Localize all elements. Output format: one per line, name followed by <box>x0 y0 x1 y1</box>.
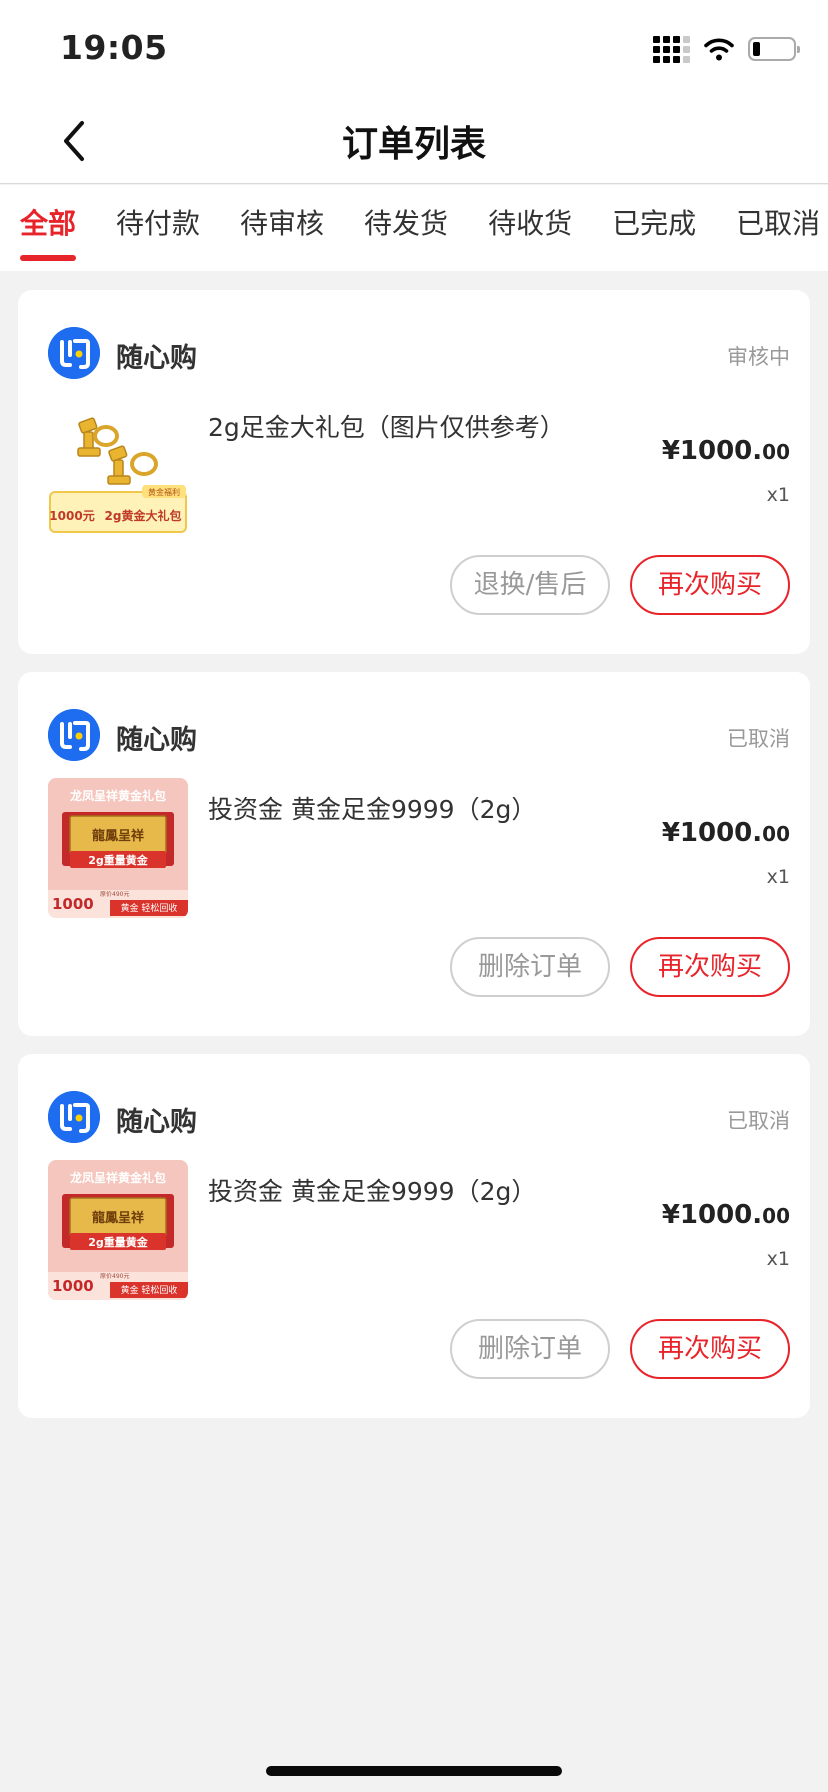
price-cents: 00 <box>762 822 790 846</box>
home-indicator[interactable] <box>266 1766 562 1776</box>
price-main: ¥1000. <box>661 436 763 466</box>
thumb-title-text: 2g黄金大礼包 <box>105 508 182 523</box>
buy-again-button[interactable]: 再次购买 <box>630 555 790 615</box>
thumb-weight-text: 2g重量黄金 <box>88 1235 149 1249</box>
wifi-icon <box>704 38 734 61</box>
product-quantity: x1 <box>766 1248 790 1270</box>
status-time: 19:05 <box>60 28 168 67</box>
price-main: ¥1000. <box>661 1200 763 1230</box>
product-name[interactable]: 投资金 黄金足金9999（2g） <box>208 1172 536 1208</box>
page-title: 订单列表 <box>341 124 486 165</box>
shop-logo-icon <box>48 1091 100 1143</box>
shop-name: 随心购 <box>116 725 197 756</box>
thumb-bar-text: 龍鳳呈祥 <box>92 1210 144 1226</box>
order-card[interactable]: 随心购 已取消 龙凤呈祥黄金礼包 龍鳳呈祥 2g重量黄金 1000 原价490元… <box>18 672 810 1036</box>
battery-icon <box>748 37 800 61</box>
shop-logo-icon <box>48 709 100 761</box>
order-status: 审核中 <box>727 345 790 369</box>
tab-cancelled[interactable]: 已取消 <box>736 185 820 271</box>
order-list-page: 19:05 订单列表 全部 待付款 待审核 待发货 待收货 已完成 已取消 随心… <box>0 0 828 1792</box>
shop-name: 随心购 <box>116 343 197 374</box>
order-card[interactable]: 随心购 审核中 黄金福利 1000元 2g黄金大礼包 2g足金大礼包（图片仅供参… <box>18 290 810 654</box>
product-name[interactable]: 投资金 黄金足金9999（2g） <box>208 790 536 826</box>
product-price: ¥1000.00 <box>662 1200 790 1230</box>
product-price: ¥1000.00 <box>662 436 790 466</box>
tab-completed[interactable]: 已完成 <box>612 185 696 271</box>
shop-name: 随心购 <box>116 1107 197 1138</box>
thumb-recycle-text: 黄金 轻松回收 <box>121 902 178 914</box>
thumb-original-price: 原价490元 <box>100 1273 129 1280</box>
buy-again-button[interactable]: 再次购买 <box>630 1319 790 1379</box>
tab-pending-shipment[interactable]: 待发货 <box>364 185 448 271</box>
price-cents: 00 <box>762 1204 790 1228</box>
thumb-bar-text: 龍鳳呈祥 <box>92 828 144 844</box>
buy-again-button[interactable]: 再次购买 <box>630 937 790 997</box>
delete-order-button[interactable]: 删除订单 <box>450 937 610 997</box>
status-icons <box>653 32 800 66</box>
tab-pending-payment[interactable]: 待付款 <box>116 185 200 271</box>
order-card[interactable]: 随心购 已取消 龙凤呈祥黄金礼包 龍鳳呈祥 2g重量黄金 1000 原价490元… <box>18 1054 810 1418</box>
tab-pending-receipt[interactable]: 待收货 <box>488 185 572 271</box>
thumb-recycle-text: 黄金 轻松回收 <box>121 1284 178 1296</box>
signal-icon <box>653 35 690 63</box>
thumb-price-text: 1000 <box>52 895 94 913</box>
delete-order-button[interactable]: 删除订单 <box>450 1319 610 1379</box>
thumb-price-text: 1000 <box>52 1277 94 1295</box>
shop-logo-icon <box>48 327 100 379</box>
product-name[interactable]: 2g足金大礼包（图片仅供参考） <box>208 408 565 444</box>
thumb-tag-text: 黄金福利 <box>148 487 180 497</box>
product-image[interactable]: 黄金福利 1000元 2g黄金大礼包 <box>48 396 188 536</box>
order-status: 已取消 <box>727 1109 790 1133</box>
thumb-price-text: 1000元 <box>49 509 94 523</box>
product-image[interactable]: 龙凤呈祥黄金礼包 龍鳳呈祥 2g重量黄金 1000 原价490元 黄金 轻松回收 <box>48 1160 188 1300</box>
product-price: ¥1000.00 <box>662 818 790 848</box>
tab-all[interactable]: 全部 <box>20 185 77 271</box>
product-quantity: x1 <box>766 484 790 506</box>
price-cents: 00 <box>762 440 790 464</box>
thumb-original-price: 原价490元 <box>100 891 129 898</box>
return-aftersale-button[interactable]: 退换/售后 <box>450 555 610 615</box>
order-status: 已取消 <box>727 727 790 751</box>
thumb-banner-text: 龙凤呈祥黄金礼包 <box>70 1170 166 1185</box>
price-main: ¥1000. <box>661 818 763 848</box>
thumb-weight-text: 2g重量黄金 <box>88 853 149 867</box>
product-quantity: x1 <box>766 866 790 888</box>
tab-pending-review[interactable]: 待审核 <box>240 185 324 271</box>
thumb-banner-text: 龙凤呈祥黄金礼包 <box>70 788 166 803</box>
product-image[interactable]: 龙凤呈祥黄金礼包 龍鳳呈祥 2g重量黄金 1000 原价490元 黄金 轻松回收 <box>48 778 188 918</box>
order-status-tabs: 全部 待付款 待审核 待发货 待收货 已完成 已取消 <box>0 185 828 271</box>
top-bar: 19:05 订单列表 <box>0 0 828 184</box>
